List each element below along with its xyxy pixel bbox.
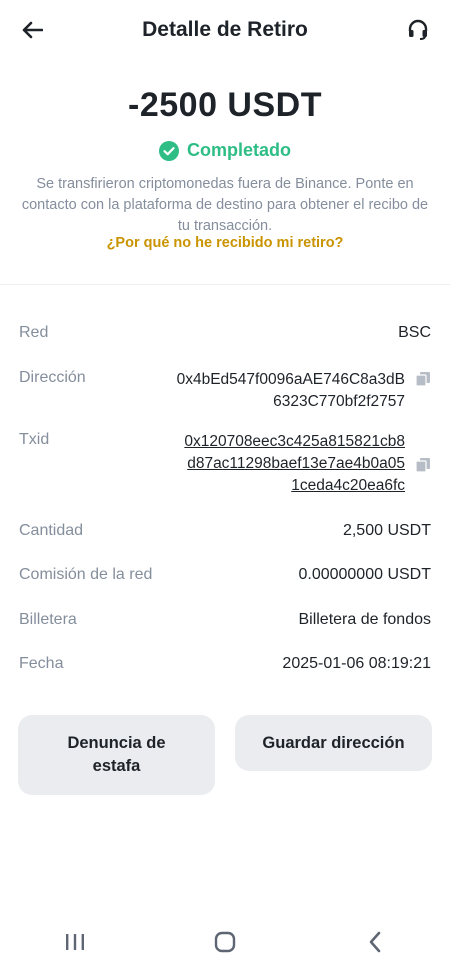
status-text: Completado (186, 140, 291, 160)
recent-apps-icon (66, 934, 84, 950)
address-line-2: 6323C770bf2f2757 (273, 393, 405, 410)
amount-value: 2,500 USDT (342, 522, 431, 539)
back-nav-button[interactable] (345, 922, 405, 962)
address-line-1: 0x4bEd547f0096aAE746C8a3dB (176, 371, 405, 388)
date-row: Fecha 2025-01-06 08:19:21 (19, 655, 431, 673)
txid-label: Txid (19, 431, 50, 448)
txid-line-1: 0x120708eec3c425a815821cb8 (184, 433, 405, 450)
copy-icon[interactable] (415, 371, 431, 387)
txid-value[interactable]: 0x120708eec3c425a815821cb8 d87ac11298bae… (184, 431, 405, 497)
date-value: 2025-01-06 08:19:21 (282, 655, 431, 672)
report-scam-label-line-1: Denuncia de (67, 734, 166, 752)
wallet-value: Billetera de fondos (298, 611, 431, 628)
copy-icon[interactable] (415, 457, 431, 473)
amount-label: Cantidad (19, 522, 84, 539)
withdraw-amount: -2500 USDT (128, 86, 322, 124)
network-label: Red (19, 324, 49, 341)
report-scam-button[interactable]: Denuncia de estafa (18, 715, 215, 795)
system-nav-bar (0, 911, 450, 973)
why-not-received-link[interactable]: ¿Por qué no he recibido mi retiro? (0, 235, 450, 251)
network-value: BSC (398, 324, 431, 341)
home-icon (214, 931, 236, 953)
support-button[interactable] (404, 16, 432, 44)
info-text: Se transfirieron criptomonedas fuera de … (21, 176, 429, 234)
home-button[interactable] (195, 922, 255, 962)
fee-label: Comisión de la red (19, 566, 153, 583)
network-row: Red BSC (19, 324, 431, 342)
wallet-row: Billetera Billetera de fondos (19, 611, 431, 629)
wallet-label: Billetera (19, 611, 77, 628)
fee-value: 0.00000000 USDT (298, 566, 431, 583)
txid-line-2: d87ac11298baef13e7ae4b0a05 (187, 455, 405, 472)
address-label: Dirección (19, 369, 86, 386)
address-row: Dirección 0x4bEd547f0096aAE746C8a3dB 632… (19, 369, 431, 413)
header: Detalle de Retiro (0, 0, 450, 60)
check-circle-icon (158, 140, 179, 161)
headset-icon (408, 19, 428, 40)
page-title: Detalle de Retiro (142, 18, 308, 41)
address-value: 0x4bEd547f0096aAE746C8a3dB 6323C770bf2f2… (177, 369, 405, 413)
date-label: Fecha (19, 655, 64, 672)
save-address-label: Guardar dirección (262, 733, 405, 752)
save-address-button[interactable]: Guardar dirección (235, 715, 432, 771)
recent-apps-button[interactable] (45, 922, 105, 962)
status-indicator: Completado (0, 140, 450, 161)
amount-row: Cantidad 2,500 USDT (19, 522, 431, 540)
divider (0, 284, 450, 285)
chevron-left-icon (369, 931, 381, 953)
txid-line-3: 1ceda4c20ea6fc (291, 477, 405, 494)
txid-row: Txid 0x120708eec3c425a815821cb8 d87ac112… (19, 431, 431, 497)
fee-row: Comisión de la red 0.00000000 USDT (19, 566, 431, 584)
report-scam-label-line-2: estafa (92, 757, 141, 775)
